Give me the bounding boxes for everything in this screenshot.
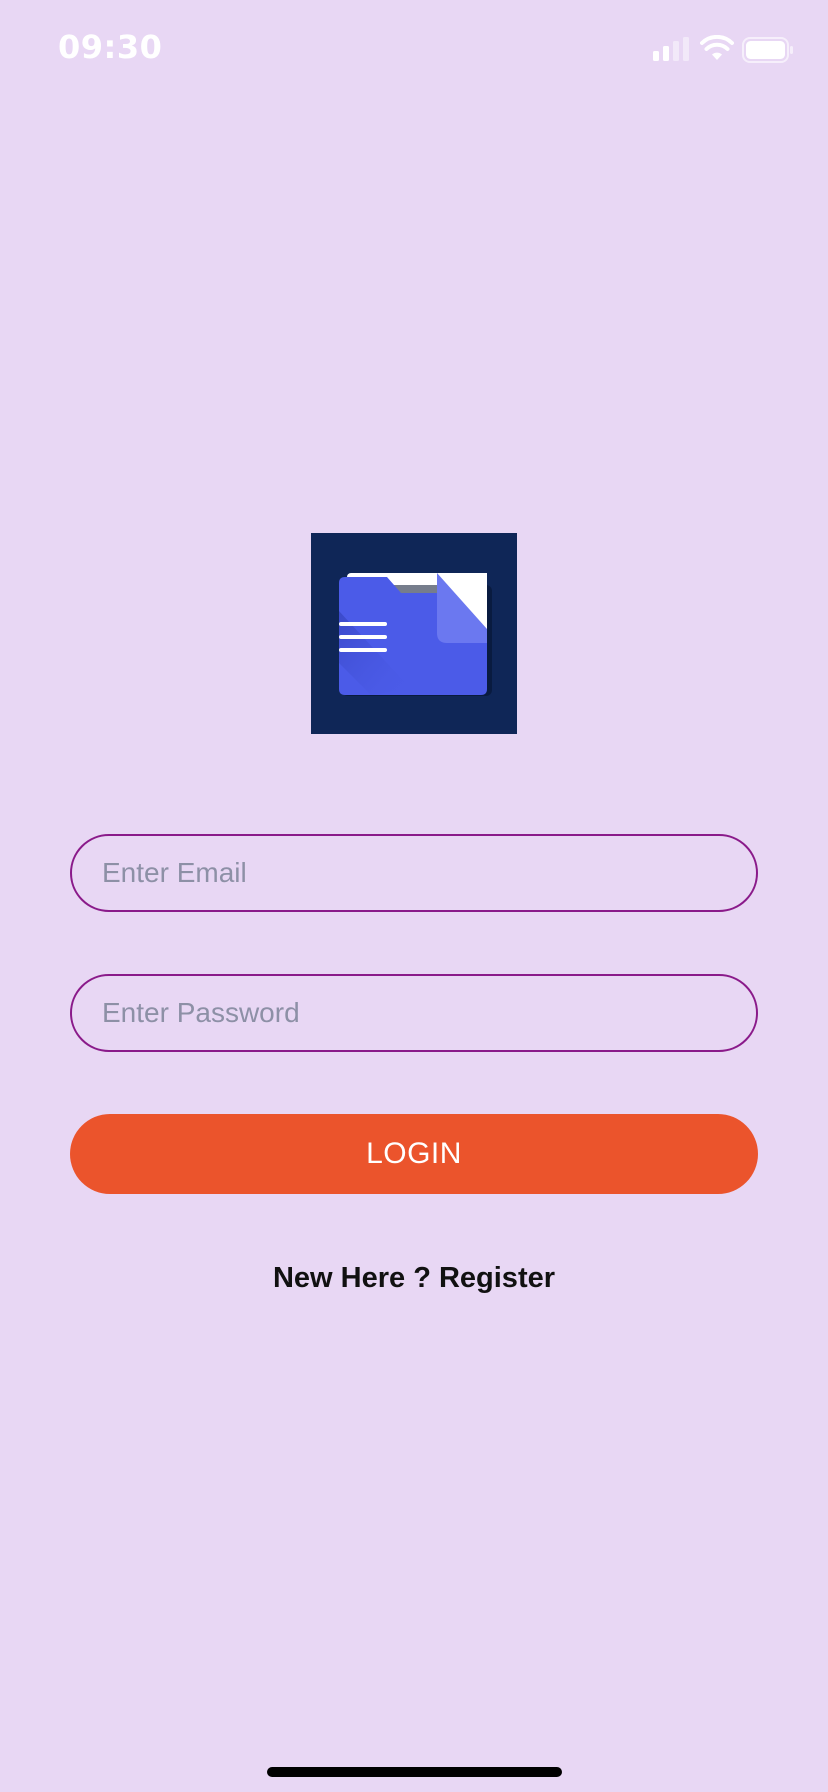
- app-logo: [311, 533, 517, 734]
- email-field[interactable]: [70, 834, 758, 912]
- folder-document-icon: [339, 573, 492, 696]
- password-field[interactable]: [70, 974, 758, 1052]
- login-button[interactable]: LOGIN: [70, 1114, 758, 1194]
- battery-icon: [742, 37, 793, 63]
- home-indicator: [267, 1767, 562, 1777]
- wifi-icon: [700, 35, 734, 60]
- status-bar: 09:30: [0, 0, 828, 100]
- register-link[interactable]: New Here ? Register: [0, 1262, 828, 1295]
- status-time: 09:30: [58, 28, 163, 66]
- signal-icon: [653, 37, 689, 61]
